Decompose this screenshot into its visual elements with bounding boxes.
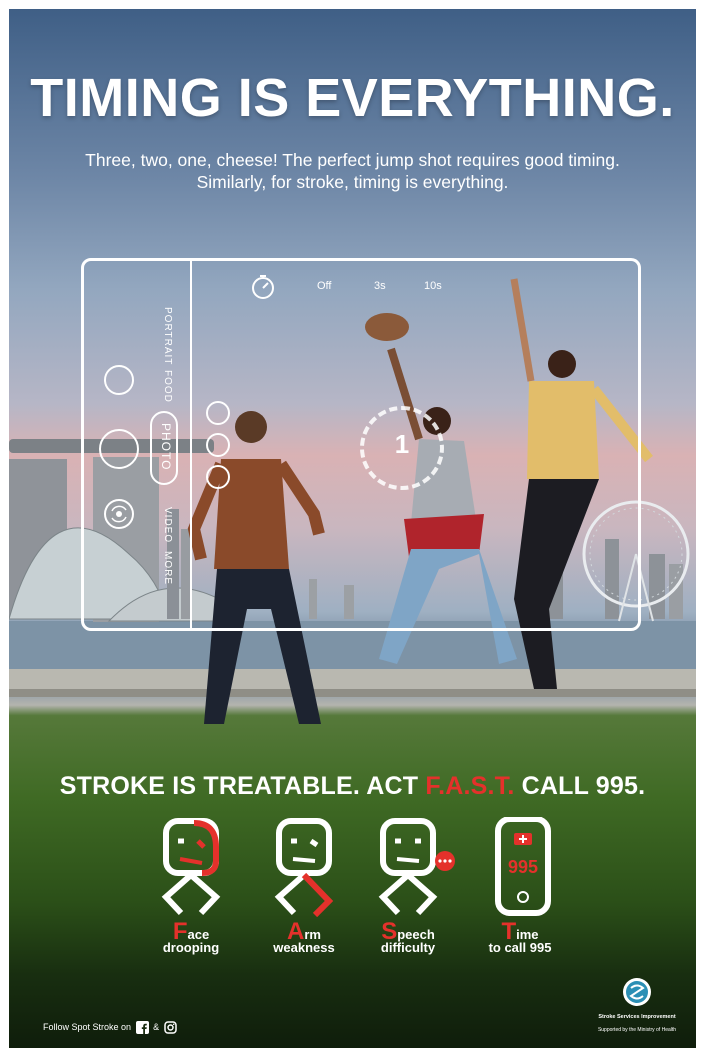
arm-weakness-icon [274, 818, 334, 918]
gallery-thumbnail-button[interactable] [104, 365, 134, 395]
stopwatch-icon[interactable] [250, 274, 276, 300]
facebook-icon[interactable] [135, 1021, 149, 1034]
speech-difficulty-icon [378, 818, 455, 916]
org-name: Stroke Services Improvement [598, 1014, 676, 1020]
fast-desc-face: drooping [162, 940, 220, 955]
timer-3s-option[interactable]: 3s [374, 280, 386, 292]
fast-label-arm: Arm weakness [249, 920, 359, 955]
fast-item-speech: Speech difficulty [353, 817, 463, 954]
follow-line: Follow Spot Stroke on & [43, 1021, 179, 1034]
fast-label-face: Face drooping [136, 920, 246, 955]
mode-photo-highlight [150, 411, 178, 485]
face-drooping-icon [161, 818, 221, 916]
fast-item-time: 995 Time to call 995 [465, 816, 575, 954]
filter-button-2[interactable] [206, 433, 230, 457]
headline: STROKE IS TREATABLE. ACT F.A.S.T. CALL 9… [9, 772, 696, 801]
org-supported-by: Supported by the Ministry of Health [597, 1027, 677, 1033]
shutter-button[interactable] [99, 429, 139, 469]
fast-desc-time: to call 995 [488, 940, 552, 955]
org-logo: Stroke Services Improvement Supported by… [589, 977, 685, 1033]
timer-10s-option[interactable]: 10s [424, 280, 442, 292]
mode-video[interactable]: VIDEO [162, 507, 173, 543]
fast-label-speech: Speech difficulty [353, 920, 463, 955]
fast-desc-speech: difficulty [380, 940, 436, 955]
filter-button-3[interactable] [206, 465, 230, 489]
poster: TIMING IS EVERYTHING. Three, two, one, c… [9, 9, 696, 1048]
fast-item-face: Face drooping [136, 817, 246, 954]
viewfinder-divider [190, 261, 192, 628]
phone-icon: 995 [495, 816, 551, 916]
countdown-number: 1 [394, 429, 410, 459]
filter-button-1[interactable] [206, 401, 230, 425]
switch-camera-icon [111, 505, 127, 523]
headline-part1: STROKE IS TREATABLE. ACT [59, 772, 426, 800]
switch-camera-button[interactable] [104, 499, 134, 529]
phone-number-text: 995 [508, 857, 538, 877]
stroke-services-logo-icon [623, 978, 651, 1006]
mode-more[interactable]: MORE [162, 551, 173, 585]
fast-desc-arm: weakness [273, 940, 335, 955]
mode-portrait[interactable]: PORTRAIT [162, 307, 173, 365]
instagram-icon[interactable] [163, 1021, 177, 1034]
mode-food[interactable]: FOOD [162, 370, 173, 403]
headline-fast: F.A.S.T. [425, 772, 515, 800]
follow-amp: & [153, 1021, 160, 1032]
fast-item-arm: Arm weakness [249, 817, 359, 954]
timer-off-option[interactable]: Off [317, 280, 331, 292]
headline-part2: CALL 995. [514, 772, 646, 800]
camera-viewfinder: PORTRAIT FOOD PHOTO VIDEO MORE Off 3s 10… [81, 258, 641, 631]
follow-text: Follow Spot Stroke on [43, 1021, 132, 1032]
fast-label-time: Time to call 995 [465, 920, 575, 955]
